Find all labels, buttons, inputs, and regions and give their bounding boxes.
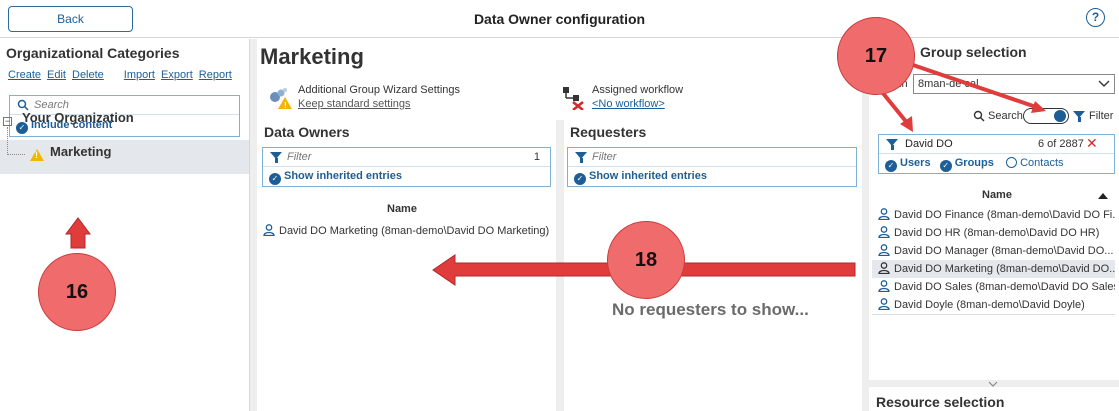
arrow-17b-head <box>1031 101 1046 113</box>
callout-17: 17 <box>837 17 915 95</box>
callout-16: 16 <box>38 253 116 331</box>
annotation-arrows <box>65 62 1046 286</box>
arrow-16 <box>65 217 91 249</box>
callout-18: 18 <box>607 221 685 299</box>
arrow-17b-shaft <box>909 62 1037 109</box>
app-window: Back Data Owner configuration ? Organiza… <box>0 0 1119 411</box>
arrow-17a-shaft <box>880 90 910 126</box>
